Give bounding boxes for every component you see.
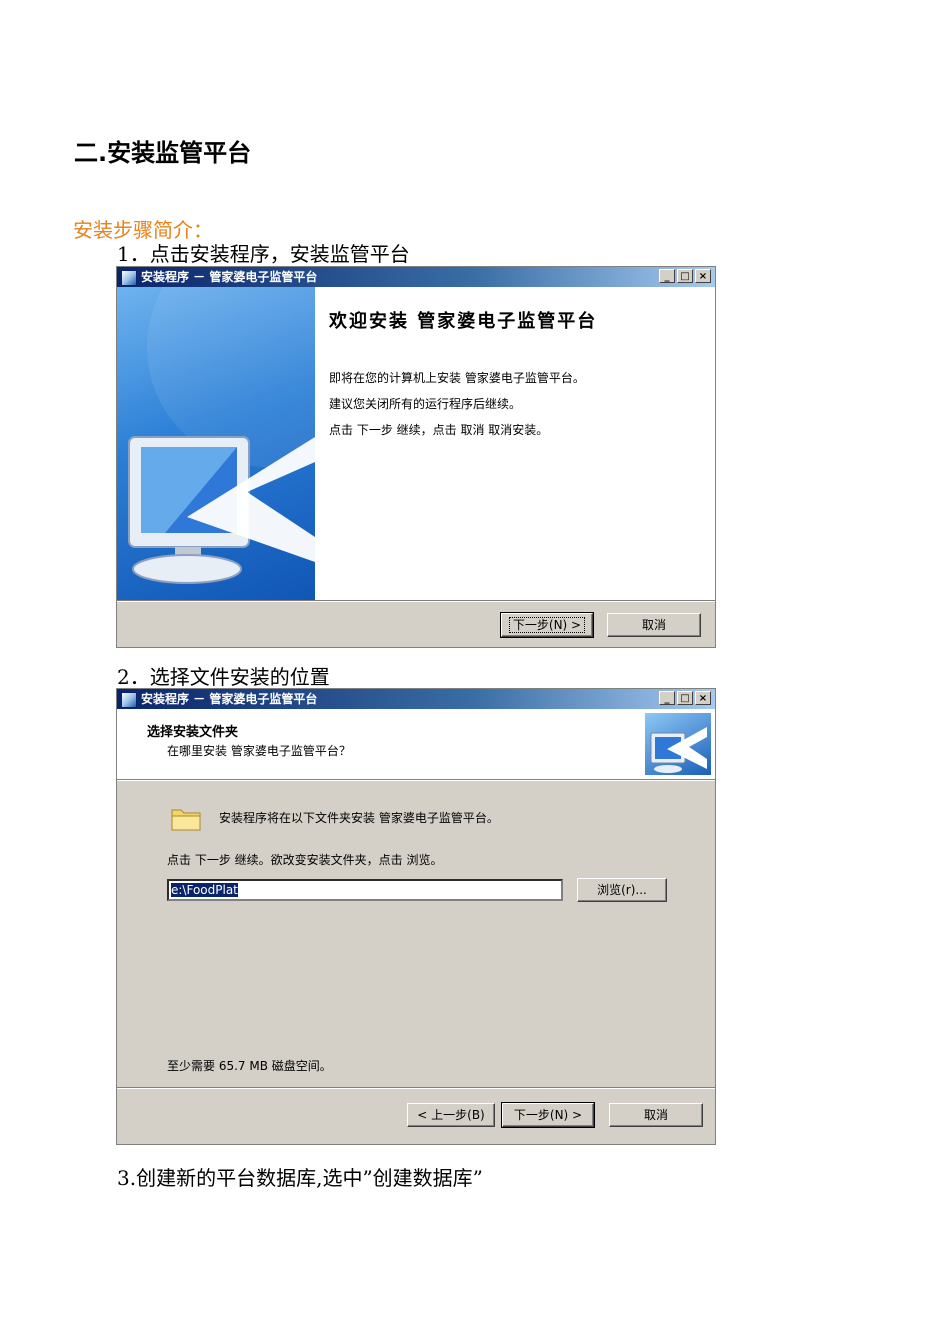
cancel-button[interactable]: 取消 (609, 1103, 703, 1127)
window-title: 安装程序 － 管家婆电子监管平台 (141, 692, 318, 706)
welcome-line-2: 建议您关闭所有的运行程序后继续。 (329, 397, 522, 411)
folder-description: 安装程序将在以下文件夹安装 管家婆电子监管平台。 (219, 811, 499, 825)
divider (117, 1087, 715, 1089)
close-button[interactable]: × (695, 269, 711, 283)
title-bar[interactable]: 安装程序 － 管家婆电子监管平台 _ □ × (117, 267, 715, 287)
step-1-text: 1．点击安装程序，安装监管平台 (117, 242, 410, 266)
next-button-label: 下一步(N) > (508, 617, 586, 633)
section-title: 二.安装监管平台 (74, 139, 252, 167)
header-subtitle: 在哪里安装 管家婆电子监管平台？ (167, 744, 351, 758)
divider (117, 779, 715, 781)
installer-side-banner (117, 287, 315, 600)
back-button[interactable]: < 上一步(B) (407, 1103, 495, 1127)
welcome-line-1: 即将在您的计算机上安装 管家婆电子监管平台。 (329, 371, 585, 385)
disk-space-text: 至少需要 65.7 MB 磁盘空间。 (167, 1059, 332, 1073)
setup-app-icon (121, 692, 137, 708)
welcome-content: 欢迎安装 管家婆电子监管平台 即将在您的计算机上安装 管家婆电子监管平台。 建议… (315, 287, 715, 600)
setup-folder-window: 安装程序 － 管家婆电子监管平台 _ □ × 选择安装文件夹 在哪里安装 管家婆… (116, 688, 716, 1145)
step-2-text: 2．选择文件安装的位置 (117, 665, 330, 689)
close-button[interactable]: × (695, 691, 711, 705)
browse-button[interactable]: 浏览(r)... (577, 878, 667, 902)
cancel-button[interactable]: 取消 (607, 613, 701, 637)
minimize-button[interactable]: _ (659, 269, 675, 283)
setup-welcome-window: 安装程序 － 管家婆电子监管平台 _ □ × 欢迎安装 管家婆电子监管平台 即将… (116, 266, 716, 648)
instruction-text: 点击 下一步 继续。欲改变安装文件夹，点击 浏览。 (167, 853, 443, 867)
header-title: 选择安装文件夹 (147, 725, 239, 740)
minimize-button[interactable]: _ (659, 691, 675, 705)
step-3-text: 3.创建新的平台数据库,选中”创建数据库” (117, 1166, 483, 1190)
next-button[interactable]: 下一步(N) > (500, 612, 594, 638)
welcome-line-3: 点击 下一步 继续，点击 取消 取消安装。 (329, 423, 549, 437)
divider (117, 600, 715, 602)
maximize-button[interactable]: □ (677, 269, 693, 283)
install-path-input[interactable]: e:\FoodPlat (167, 879, 563, 901)
welcome-title: 欢迎安装 管家婆电子监管平台 (329, 311, 598, 332)
monitor-arrow-icon (128, 287, 315, 584)
wizard-header: 选择安装文件夹 在哪里安装 管家婆电子监管平台？ (117, 709, 715, 779)
next-button[interactable]: 下一步(N) > (501, 1102, 595, 1128)
monitor-arrow-icon (645, 713, 711, 775)
setup-app-icon (121, 270, 137, 286)
window-title: 安装程序 － 管家婆电子监管平台 (141, 270, 318, 284)
install-path-value: e:\FoodPlat (171, 883, 238, 897)
title-bar[interactable]: 安装程序 － 管家婆电子监管平台 _ □ × (117, 689, 715, 709)
maximize-button[interactable]: □ (677, 691, 693, 705)
folder-icon (171, 809, 201, 831)
